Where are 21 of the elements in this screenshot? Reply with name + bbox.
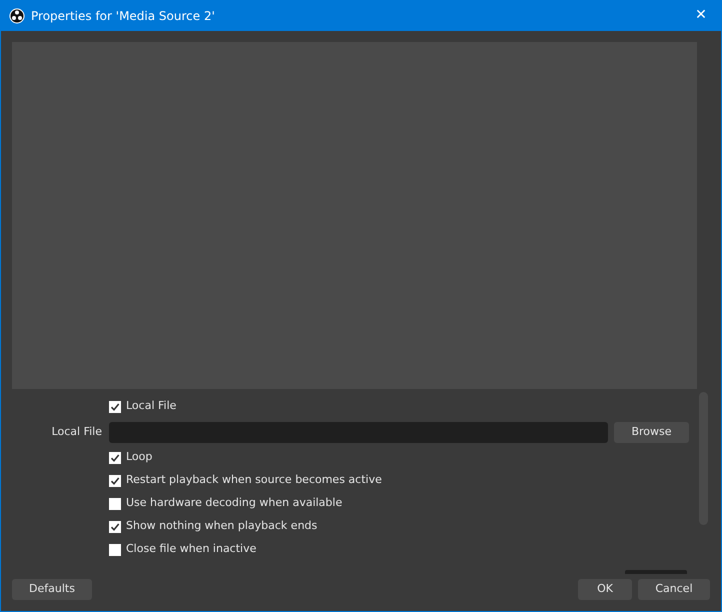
- defaults-button[interactable]: Defaults: [12, 579, 92, 600]
- cancel-button[interactable]: Cancel: [638, 579, 710, 600]
- checkbox[interactable]: [109, 498, 121, 510]
- field-label: Local File: [50, 424, 103, 440]
- checkbox[interactable]: [109, 474, 121, 486]
- checkbox-label: Restart playback when source becomes active: [126, 472, 382, 488]
- checkbox-label: Show nothing when playback ends: [126, 518, 318, 534]
- checkbox-label: Close file when inactive: [126, 541, 256, 558]
- app-logo-icon: [9, 8, 25, 24]
- checkbox[interactable]: [109, 400, 121, 412]
- checkbox-label: Local File: [126, 398, 176, 414]
- checkbox[interactable]: [109, 544, 121, 556]
- browse-button[interactable]: Browse: [614, 422, 689, 442]
- checkbox-label: Loop: [126, 449, 152, 466]
- checkbox[interactable]: [109, 452, 121, 464]
- window-title: Properties for 'Media Source 2': [31, 8, 215, 24]
- checkbox[interactable]: [109, 520, 121, 532]
- close-button[interactable]: ✕: [681, 0, 721, 31]
- ok-button[interactable]: OK: [578, 579, 632, 600]
- checkbox-label: Use hardware decoding when available: [126, 495, 342, 512]
- file-path-field[interactable]: [109, 422, 608, 442]
